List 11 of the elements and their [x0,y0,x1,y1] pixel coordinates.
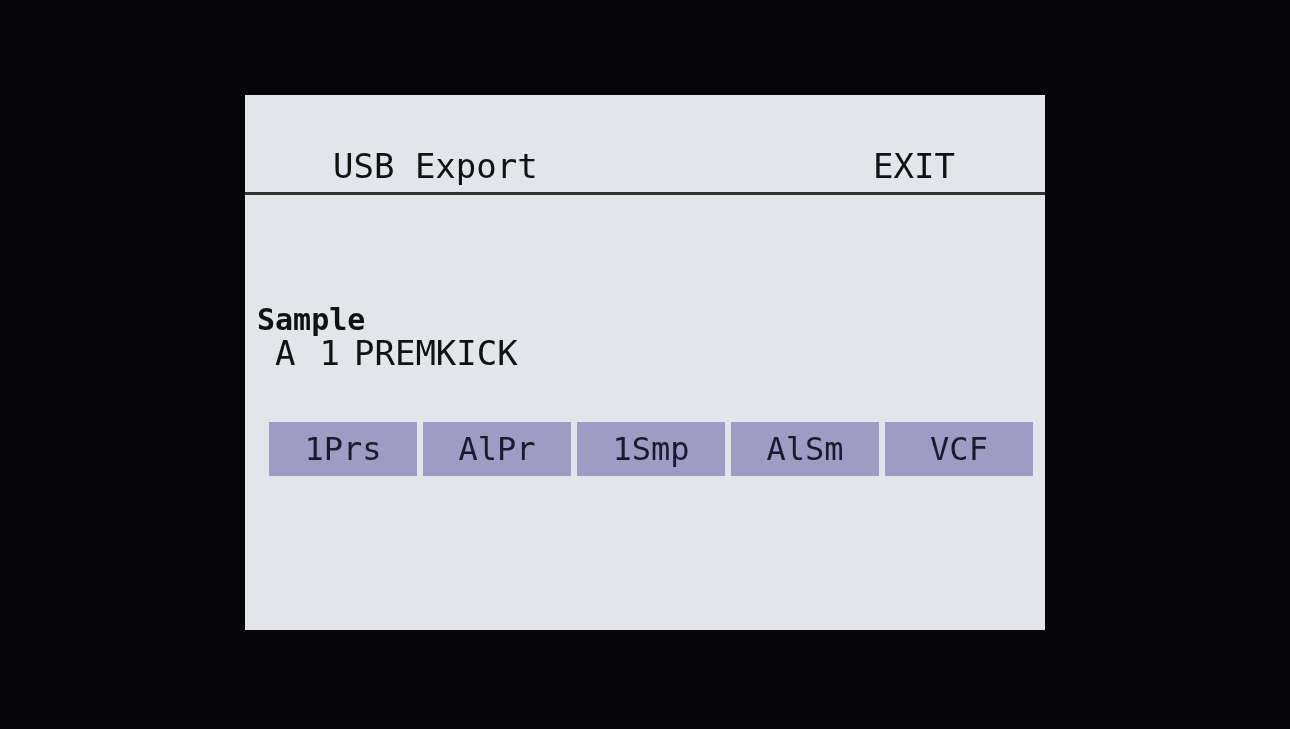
exit-label[interactable]: EXIT [873,146,955,186]
screen-title: USB Export [333,146,538,186]
soft-key[interactable]: 1Prs [269,422,417,477]
soft-key[interactable]: 1Smp [577,422,725,477]
soft-key[interactable]: VCF [885,422,1033,477]
sample-number: 1 [319,335,340,373]
soft-key[interactable]: AlPr [423,422,571,477]
bank-value: A [275,335,296,373]
parameter-label: Sample [257,305,366,335]
soft-key[interactable]: AlSm [731,422,879,477]
sample-name: PREMKICK [353,335,518,373]
